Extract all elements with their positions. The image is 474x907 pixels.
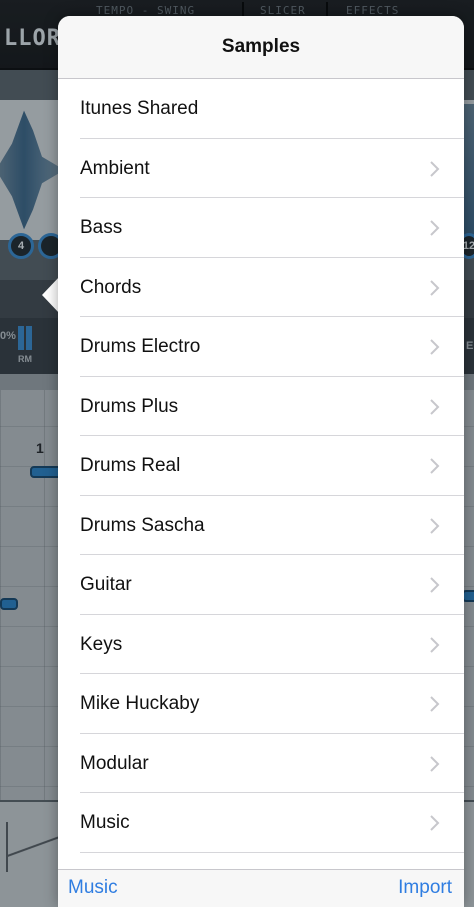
- popover-title: Samples: [221, 36, 301, 57]
- chevron-right-icon: [430, 696, 440, 712]
- music-button[interactable]: Music: [68, 870, 118, 906]
- list-item-label: Drums Plus: [80, 395, 179, 417]
- list-item-drums-sascha[interactable]: Drums Sascha: [58, 495, 464, 555]
- list-item-keys[interactable]: Keys: [58, 614, 464, 674]
- chevron-right-icon: [430, 279, 440, 296]
- list-item-music[interactable]: Music: [58, 793, 464, 853]
- list-item-bass[interactable]: Bass: [58, 198, 464, 258]
- list-item-guitar[interactable]: Guitar: [58, 555, 464, 615]
- list-item-label: Itunes Shared: [80, 98, 199, 119]
- list-item-itunes-shared[interactable]: Itunes Shared: [58, 79, 464, 139]
- chevron-right-icon: [430, 220, 440, 236]
- list-item-drums-plus[interactable]: Drums Plus: [58, 376, 464, 436]
- list-item-label: Drums Electro: [80, 336, 201, 357]
- list-item-label: Drums Real: [80, 455, 181, 476]
- list-item-drums-real[interactable]: Drums Real: [58, 436, 464, 496]
- list-item-drums-electro[interactable]: Drums Electro: [58, 317, 464, 377]
- chevron-right-icon: [430, 577, 440, 593]
- import-button[interactable]: Import: [398, 870, 452, 906]
- list-item-ambient[interactable]: Ambient: [58, 138, 464, 198]
- list-item-chords[interactable]: Chords: [58, 257, 464, 317]
- chevron-right-icon: [430, 398, 440, 415]
- chevron-right-icon: [430, 339, 440, 355]
- chevron-right-icon: [430, 517, 440, 534]
- chevron-right-icon: [430, 160, 440, 177]
- list-item-label: Mike Huckaby: [80, 693, 200, 714]
- chevron-right-icon: [430, 755, 440, 772]
- popover-header: Samples: [58, 16, 464, 79]
- list-item-label: Keys: [80, 633, 123, 655]
- chevron-right-icon: [430, 636, 440, 653]
- list-item-label: Guitar: [80, 574, 132, 595]
- list-item-label: Drums Sascha: [80, 514, 205, 536]
- list-item-mike-huckaby[interactable]: Mike Huckaby: [58, 674, 464, 734]
- samples-popover: Samples Itunes Shared Ambient Bass Chord…: [58, 16, 464, 907]
- list-item-label: Music: [80, 812, 130, 833]
- list-item-label: Ambient: [80, 157, 150, 179]
- list-item-label: Bass: [80, 217, 123, 238]
- list-item-label: Modular: [80, 752, 149, 774]
- list-item-modular[interactable]: Modular: [58, 733, 464, 793]
- list-item-label: Chords: [80, 276, 142, 298]
- chevron-right-icon: [430, 815, 440, 831]
- popover-toolbar: Music Import: [58, 869, 464, 907]
- sample-folder-list: Itunes Shared Ambient Bass Chords Drums …: [58, 79, 464, 853]
- chevron-right-icon: [430, 458, 440, 474]
